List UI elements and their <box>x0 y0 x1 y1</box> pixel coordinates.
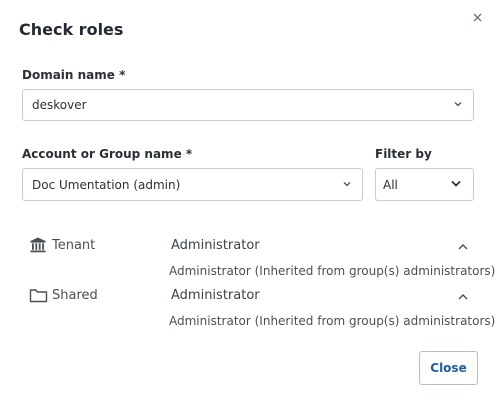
bank-icon <box>29 236 47 258</box>
domain-name-select[interactable]: deskover <box>22 89 474 121</box>
filter-label: Filter by <box>375 147 432 161</box>
role-detail: Administrator (Inherited from group(s) a… <box>169 264 496 278</box>
account-label: Account or Group name * <box>22 147 193 161</box>
chevron-up-icon[interactable] <box>457 288 469 307</box>
filter-value: All <box>383 177 398 192</box>
close-button[interactable]: Close <box>419 351 478 385</box>
role-scope-name: Tenant <box>52 238 96 253</box>
check-roles-dialog: Check roles Domain name * deskover Accou… <box>0 0 496 403</box>
dialog-title: Check roles <box>19 20 124 39</box>
chevron-down-icon <box>453 98 463 112</box>
domain-name-label: Domain name * <box>22 68 126 82</box>
domain-name-value: deskover <box>32 98 87 112</box>
chevron-up-icon[interactable] <box>457 238 469 257</box>
folder-icon <box>29 287 48 308</box>
role-value: Administrator <box>171 288 260 303</box>
role-scope-name: Shared <box>52 288 98 303</box>
account-value: Doc Umentation (admin) <box>32 177 181 192</box>
close-icon[interactable] <box>468 8 488 28</box>
role-value: Administrator <box>171 238 260 253</box>
account-select[interactable]: Doc Umentation (admin) <box>22 168 363 201</box>
role-detail: Administrator (Inherited from group(s) a… <box>169 314 496 328</box>
filter-select[interactable]: All <box>375 168 474 201</box>
chevron-down-icon <box>342 178 352 192</box>
chevron-down-icon <box>450 177 462 192</box>
